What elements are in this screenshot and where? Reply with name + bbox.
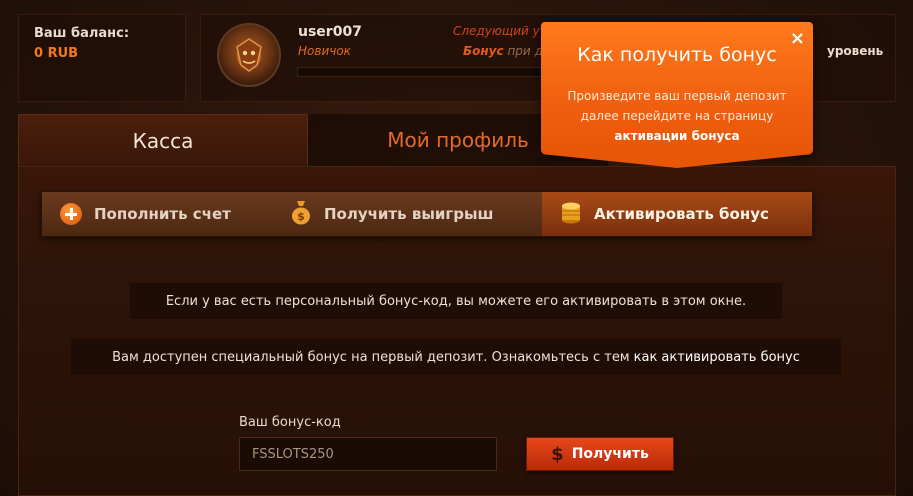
bonus-code-input[interactable]: FSSLOTS250 xyxy=(239,437,497,471)
next-level-label: Следующий у xyxy=(453,24,540,38)
first-deposit-info: Вам доступен специальный бонус на первый… xyxy=(71,339,841,375)
dollar-icon: $ xyxy=(551,443,564,465)
get-bonus-button[interactable]: $ Получить xyxy=(526,437,674,471)
subnav-withdraw-label: Получить выигрыш xyxy=(324,205,494,223)
popup-title: Как получить бонус xyxy=(577,44,777,66)
avatar[interactable] xyxy=(217,23,281,87)
get-bonus-label: Получить xyxy=(571,446,649,462)
tab-kassa[interactable]: Касса xyxy=(18,114,308,166)
first-deposit-text: Вам доступен специальный бонус на первый… xyxy=(112,349,630,365)
warrior-emblem-icon xyxy=(236,38,262,72)
popup-activation-link[interactable]: активации бонуса xyxy=(614,129,739,143)
popup-text-line2: далее перейдите на страницу xyxy=(580,109,774,123)
popup-arrow xyxy=(541,154,813,168)
plus-circle-icon xyxy=(60,203,82,225)
subnav-withdraw[interactable]: $ Получить выигрыш xyxy=(290,192,493,236)
balance-value: 0 RUB xyxy=(34,46,79,61)
popup-text: Произведите ваш первый депозит далее пер… xyxy=(541,86,813,146)
level-suffix: уровень xyxy=(827,44,884,58)
bonus-code-label: Ваш бонус-код xyxy=(239,415,341,430)
subnav-activate-bonus[interactable]: Активировать бонус xyxy=(542,192,812,236)
cashier-subnav: Пополнить счет $ Получить выигрыш Активи… xyxy=(41,191,813,237)
svg-text:$: $ xyxy=(297,210,305,223)
coins-stack-icon xyxy=(560,199,582,229)
subnav-topup-label: Пополнить счет xyxy=(94,205,231,223)
balance-label: Ваш баланс: xyxy=(34,26,130,41)
bonus-info-line: Бонус при д xyxy=(463,44,543,58)
subnav-activate-label: Активировать бонус xyxy=(594,205,769,223)
balance-box: Ваш баланс: 0 RUB xyxy=(18,14,186,102)
bonus-prefix: Бонус xyxy=(463,44,504,58)
user-rank: Новичок xyxy=(298,44,351,58)
subnav-topup[interactable]: Пополнить счет xyxy=(60,192,231,236)
how-to-activate-link[interactable]: как активировать бонус xyxy=(634,350,800,365)
bonus-tooltip-popup: × Как получить бонус Произведите ваш пер… xyxy=(541,22,813,168)
popup-text-line1: Произведите ваш первый депозит xyxy=(567,89,787,103)
bonus-code-info: Если у вас есть персональный бонус-код, … xyxy=(130,283,782,319)
username: user007 xyxy=(298,24,362,40)
money-bag-icon: $ xyxy=(290,199,312,229)
bonus-suffix: при д xyxy=(507,44,543,58)
cashier-panel: Пополнить счет $ Получить выигрыш Активи… xyxy=(18,166,896,496)
level-progress-bar xyxy=(297,67,557,77)
